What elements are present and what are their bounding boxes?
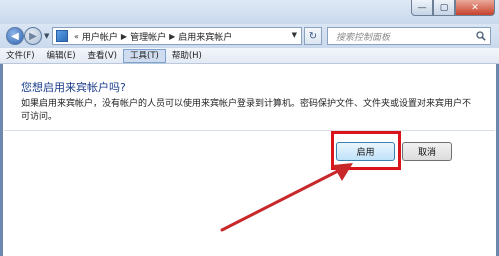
menu-tools[interactable]: 工具(T) xyxy=(123,48,166,63)
breadcrumb-separator-icon[interactable]: ▶ xyxy=(169,32,175,41)
maximize-button[interactable]: ▢ xyxy=(433,0,455,16)
back-arrow-icon[interactable]: ◀ xyxy=(6,27,24,45)
close-button[interactable]: ✕ xyxy=(455,0,495,16)
page-title: 您想启用来宾帐户吗? xyxy=(21,81,126,94)
breadcrumb-manage-accounts[interactable]: 管理帐户 xyxy=(130,30,166,43)
minimize-button[interactable]: — xyxy=(411,0,433,16)
guest-account-description: 如果启用来宾帐户，没有帐户的人员可以使用来宾帐户登录到计算机。密码保护文件、文件… xyxy=(21,99,472,122)
window-border-left xyxy=(0,64,3,256)
recent-pages-dropdown-icon[interactable]: ▼ xyxy=(44,32,49,40)
menu-help[interactable]: 帮助(H) xyxy=(166,48,208,64)
address-dropdown-icon[interactable]: ▼ xyxy=(292,31,297,39)
highlight-box xyxy=(331,131,401,170)
forward-arrow-icon[interactable]: ▶ xyxy=(24,27,42,45)
control-panel-icon xyxy=(56,30,68,42)
navigation-bar: ◀ ▶ ▼ « 用户帐户 ▶ 管理帐户 ▶ 启用来宾帐户 ▼ ↻ 搜索控制面板 xyxy=(0,24,499,48)
cancel-button[interactable]: 取消 xyxy=(402,142,452,161)
title-bar: — ▢ ✕ xyxy=(0,0,499,24)
breadcrumb-separator-icon[interactable]: ▶ xyxy=(121,32,127,41)
search-input[interactable]: 搜索控制面板 xyxy=(327,27,491,45)
search-icon[interactable] xyxy=(476,31,486,41)
window-controls: — ▢ ✕ xyxy=(411,0,495,16)
menu-bar: 文件(F) 编辑(E) 查看(V) 工具(T) 帮助(H) xyxy=(0,48,499,64)
menu-view[interactable]: 查看(V) xyxy=(82,48,123,64)
address-bar[interactable]: « 用户帐户 ▶ 管理帐户 ▶ 启用来宾帐户 ▼ xyxy=(52,27,302,45)
refresh-icon[interactable]: ↻ xyxy=(304,27,322,45)
breadcrumb-enable-guest[interactable]: 启用来宾帐户 xyxy=(178,30,232,43)
divider xyxy=(4,130,495,131)
breadcrumb-user-accounts[interactable]: 用户帐户 xyxy=(82,30,118,43)
breadcrumb-overflow[interactable]: « xyxy=(74,32,79,41)
menu-file[interactable]: 文件(F) xyxy=(0,48,41,64)
menu-edit[interactable]: 编辑(E) xyxy=(41,48,82,64)
search-placeholder: 搜索控制面板 xyxy=(336,32,391,43)
